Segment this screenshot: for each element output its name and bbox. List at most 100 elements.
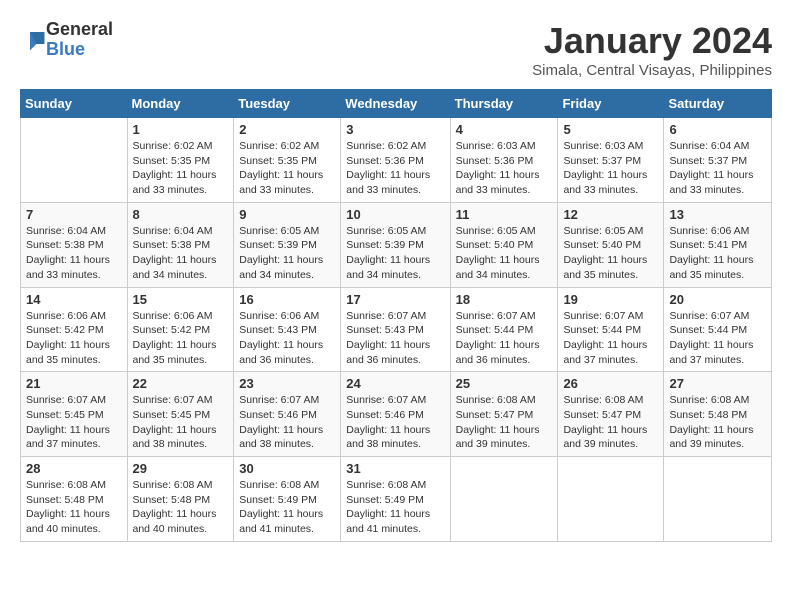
day-number: 24 (346, 376, 444, 391)
day-cell: 22Sunrise: 6:07 AMSunset: 5:45 PMDayligh… (127, 372, 234, 457)
day-number: 13 (669, 207, 766, 222)
day-info: Sunrise: 6:05 AMSunset: 5:40 PMDaylight:… (563, 224, 658, 283)
day-info: Sunrise: 6:08 AMSunset: 5:49 PMDaylight:… (239, 478, 335, 537)
header-cell-tuesday: Tuesday (234, 90, 341, 118)
day-info: Sunrise: 6:04 AMSunset: 5:38 PMDaylight:… (26, 224, 122, 283)
calendar-table: SundayMondayTuesdayWednesdayThursdayFrid… (20, 89, 772, 542)
day-cell (664, 457, 772, 542)
logo-blue: Blue (46, 40, 113, 60)
day-info: Sunrise: 6:05 AMSunset: 5:40 PMDaylight:… (456, 224, 553, 283)
day-number: 23 (239, 376, 335, 391)
calendar-header: SundayMondayTuesdayWednesdayThursdayFrid… (21, 90, 772, 118)
day-number: 17 (346, 292, 444, 307)
day-cell: 27 Sunrise: 6:08 AMSunset: 5:48 PMDayligh… (664, 372, 772, 457)
day-number: 11 (456, 207, 553, 222)
day-cell: 24 Sunrise: 6:07 AMSunset: 5:46 PMDayligh… (341, 372, 450, 457)
day-number: 12 (563, 207, 658, 222)
day-cell: 8Sunrise: 6:04 AMSunset: 5:38 PMDaylight… (127, 202, 234, 287)
day-info: Sunrise: 6:04 AMSunset: 5:37 PMDaylight:… (669, 139, 766, 198)
day-cell: 26 Sunrise: 6:08 AMSunset: 5:47 PMDayligh… (558, 372, 664, 457)
day-info: Sunrise: 6:02 AMSunset: 5:35 PMDaylight:… (239, 139, 335, 198)
day-cell: 6 Sunrise: 6:04 AMSunset: 5:37 PMDaylight… (664, 118, 772, 203)
day-number: 16 (239, 292, 335, 307)
day-info: Sunrise: 6:06 AMSunset: 5:42 PMDaylight:… (26, 309, 122, 368)
day-cell: 3Sunrise: 6:02 AMSunset: 5:36 PMDaylight… (341, 118, 450, 203)
day-cell: 17 Sunrise: 6:07 AMSunset: 5:43 PMDayligh… (341, 287, 450, 372)
day-cell: 9Sunrise: 6:05 AMSunset: 5:39 PMDaylight… (234, 202, 341, 287)
day-number: 19 (563, 292, 658, 307)
day-info: Sunrise: 6:04 AMSunset: 5:38 PMDaylight:… (133, 224, 229, 283)
day-number: 1 (133, 122, 229, 137)
day-cell: 28Sunrise: 6:08 AMSunset: 5:48 PMDayligh… (21, 457, 128, 542)
day-cell (450, 457, 558, 542)
day-info: Sunrise: 6:07 AMSunset: 5:44 PMDaylight:… (563, 309, 658, 368)
week-row-2: 7 Sunrise: 6:04 AMSunset: 5:38 PMDaylight… (21, 202, 772, 287)
day-info: Sunrise: 6:06 AMSunset: 5:42 PMDaylight:… (133, 309, 229, 368)
logo: General Blue (20, 20, 113, 60)
day-info: Sunrise: 6:02 AMSunset: 5:36 PMDaylight:… (346, 139, 444, 198)
day-info: Sunrise: 6:07 AMSunset: 5:43 PMDaylight:… (346, 309, 444, 368)
day-info: Sunrise: 6:06 AMSunset: 5:41 PMDaylight:… (669, 224, 766, 283)
day-number: 30 (239, 461, 335, 476)
day-info: Sunrise: 6:08 AMSunset: 5:49 PMDaylight:… (346, 478, 444, 537)
day-info: Sunrise: 6:05 AMSunset: 5:39 PMDaylight:… (239, 224, 335, 283)
logo-icon (22, 28, 46, 52)
title-block: January 2024 Simala, Central Visayas, Ph… (532, 20, 772, 79)
day-number: 20 (669, 292, 766, 307)
day-info: Sunrise: 6:07 AMSunset: 5:45 PMDaylight:… (26, 393, 122, 452)
day-cell: 29Sunrise: 6:08 AMSunset: 5:48 PMDayligh… (127, 457, 234, 542)
header-cell-friday: Friday (558, 90, 664, 118)
day-info: Sunrise: 6:02 AMSunset: 5:35 PMDaylight:… (133, 139, 229, 198)
day-info: Sunrise: 6:03 AMSunset: 5:37 PMDaylight:… (563, 139, 658, 198)
header-cell-wednesday: Wednesday (341, 90, 450, 118)
day-cell: 7 Sunrise: 6:04 AMSunset: 5:38 PMDaylight… (21, 202, 128, 287)
day-cell: 25Sunrise: 6:08 AMSunset: 5:47 PMDayligh… (450, 372, 558, 457)
day-info: Sunrise: 6:07 AMSunset: 5:46 PMDaylight:… (346, 393, 444, 452)
day-cell: 2Sunrise: 6:02 AMSunset: 5:35 PMDaylight… (234, 118, 341, 203)
header-cell-thursday: Thursday (450, 90, 558, 118)
day-info: Sunrise: 6:03 AMSunset: 5:36 PMDaylight:… (456, 139, 553, 198)
day-info: Sunrise: 6:08 AMSunset: 5:48 PMDaylight:… (669, 393, 766, 452)
day-cell: 11 Sunrise: 6:05 AMSunset: 5:40 PMDayligh… (450, 202, 558, 287)
week-row-4: 21Sunrise: 6:07 AMSunset: 5:45 PMDayligh… (21, 372, 772, 457)
day-cell: 19 Sunrise: 6:07 AMSunset: 5:44 PMDayligh… (558, 287, 664, 372)
day-cell: 21Sunrise: 6:07 AMSunset: 5:45 PMDayligh… (21, 372, 128, 457)
day-cell: 30 Sunrise: 6:08 AMSunset: 5:49 PMDayligh… (234, 457, 341, 542)
day-number: 6 (669, 122, 766, 137)
week-row-3: 14Sunrise: 6:06 AMSunset: 5:42 PMDayligh… (21, 287, 772, 372)
day-cell: 18 Sunrise: 6:07 AMSunset: 5:44 PMDayligh… (450, 287, 558, 372)
day-info: Sunrise: 6:08 AMSunset: 5:48 PMDaylight:… (26, 478, 122, 537)
day-cell (558, 457, 664, 542)
day-cell: 12 Sunrise: 6:05 AMSunset: 5:40 PMDayligh… (558, 202, 664, 287)
day-cell: 13 Sunrise: 6:06 AMSunset: 5:41 PMDayligh… (664, 202, 772, 287)
day-number: 27 (669, 376, 766, 391)
day-cell: 23Sunrise: 6:07 AMSunset: 5:46 PMDayligh… (234, 372, 341, 457)
day-number: 25 (456, 376, 553, 391)
day-cell: 15 Sunrise: 6:06 AMSunset: 5:42 PMDayligh… (127, 287, 234, 372)
day-number: 29 (133, 461, 229, 476)
day-number: 31 (346, 461, 444, 476)
day-info: Sunrise: 6:08 AMSunset: 5:47 PMDaylight:… (563, 393, 658, 452)
day-cell: 31 Sunrise: 6:08 AMSunset: 5:49 PMDayligh… (341, 457, 450, 542)
day-cell: 16 Sunrise: 6:06 AMSunset: 5:43 PMDayligh… (234, 287, 341, 372)
day-number: 15 (133, 292, 229, 307)
header-cell-monday: Monday (127, 90, 234, 118)
header-cell-sunday: Sunday (21, 90, 128, 118)
header-row: SundayMondayTuesdayWednesdayThursdayFrid… (21, 90, 772, 118)
logo-general: General (46, 20, 113, 40)
day-cell: 1 Sunrise: 6:02 AMSunset: 5:35 PMDaylight… (127, 118, 234, 203)
day-info: Sunrise: 6:07 AMSunset: 5:45 PMDaylight:… (133, 393, 229, 452)
day-number: 26 (563, 376, 658, 391)
day-cell (21, 118, 128, 203)
day-cell: 14Sunrise: 6:06 AMSunset: 5:42 PMDayligh… (21, 287, 128, 372)
day-cell: 20Sunrise: 6:07 AMSunset: 5:44 PMDayligh… (664, 287, 772, 372)
day-info: Sunrise: 6:06 AMSunset: 5:43 PMDaylight:… (239, 309, 335, 368)
header-cell-saturday: Saturday (664, 90, 772, 118)
day-cell: 4Sunrise: 6:03 AMSunset: 5:36 PMDaylight… (450, 118, 558, 203)
day-number: 7 (26, 207, 122, 222)
page-header: General Blue January 2024 Simala, Centra… (20, 20, 772, 79)
day-number: 18 (456, 292, 553, 307)
day-info: Sunrise: 6:07 AMSunset: 5:44 PMDaylight:… (456, 309, 553, 368)
week-row-5: 28Sunrise: 6:08 AMSunset: 5:48 PMDayligh… (21, 457, 772, 542)
day-number: 10 (346, 207, 444, 222)
